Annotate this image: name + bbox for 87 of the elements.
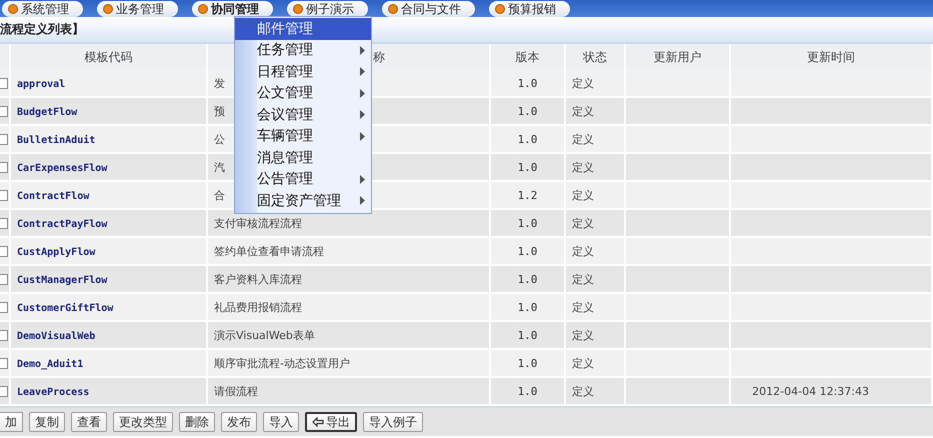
bullet-icon	[293, 4, 303, 14]
row-checkbox[interactable]	[0, 190, 8, 200]
row-checkbox[interactable]	[0, 302, 8, 312]
table-cell: 请假流程	[207, 377, 490, 405]
template-code-link[interactable]: ContractFlow	[17, 190, 90, 202]
table-cell: 1.0	[490, 321, 565, 349]
table-cell: 定义	[565, 70, 625, 97]
menu-item[interactable]: 会议管理	[235, 104, 371, 126]
template-code-link[interactable]: CarExpensesFlow	[17, 162, 108, 174]
arrow-icon	[312, 417, 324, 427]
nav-tab[interactable]: 例子演示	[287, 1, 368, 17]
row-checkbox[interactable]	[0, 330, 8, 340]
table-cell: 定义	[565, 321, 625, 349]
table-cell: 1.0	[490, 97, 565, 125]
bullet-icon	[8, 4, 18, 14]
template-code-link[interactable]: CustomerGiftFlow	[17, 302, 114, 314]
table-cell: 定义	[565, 265, 625, 293]
row-checkbox[interactable]	[0, 386, 8, 396]
template-code-link[interactable]: ContractPayFlow	[17, 218, 108, 230]
template-code-link[interactable]: LeaveProcess	[17, 386, 90, 398]
table-cell: 定义	[565, 153, 625, 181]
table-cell: 定义	[565, 237, 625, 265]
menu-item[interactable]: 固定资产管理	[235, 190, 371, 212]
toolbar-button[interactable]: 加	[0, 412, 23, 432]
table-cell: 1.0	[490, 237, 565, 265]
toolbar-button[interactable]: 导入	[263, 412, 299, 432]
nav-tab[interactable]: 协同管理	[192, 1, 273, 17]
toolbar-button[interactable]: 复制	[29, 412, 65, 432]
table-cell: 1.0	[490, 153, 565, 181]
bullet-icon	[198, 4, 208, 14]
table-cell: 1.2	[490, 181, 565, 209]
toolbar-button[interactable]: 更改类型	[113, 412, 173, 432]
nav-tab[interactable]: 预算报销	[489, 1, 570, 17]
nav-tab[interactable]: 系统管理	[2, 1, 83, 17]
row-checkbox[interactable]	[0, 246, 8, 256]
row-checkbox[interactable]	[0, 358, 8, 368]
column-header: 版本	[490, 44, 565, 70]
template-code-link[interactable]: Demo_Aduit1	[17, 358, 84, 370]
table-cell: 演示VisualWeb表单	[207, 321, 490, 349]
table-cell: 1.0	[490, 125, 565, 153]
table-cell: 1.0	[490, 265, 565, 293]
table-cell: 1.0	[490, 293, 565, 321]
table-cell: 定义	[565, 209, 625, 237]
row-checkbox[interactable]	[0, 106, 8, 116]
menu-item[interactable]: 车辆管理	[235, 126, 371, 147]
menu-item[interactable]: 邮件管理	[235, 18, 371, 40]
nav-tab[interactable]: 合同与文件	[382, 1, 475, 17]
toolbar-button[interactable]: 发布	[221, 412, 257, 432]
column-header: 模板代码	[10, 44, 207, 70]
bullet-icon	[495, 4, 505, 14]
row-checkbox[interactable]	[0, 218, 8, 228]
table-cell: 签约单位查看申请流程	[207, 237, 490, 265]
template-code-link[interactable]: DemoVisualWeb	[17, 330, 96, 342]
table-cell: 定义	[565, 125, 625, 153]
column-header: 更新用户	[625, 44, 730, 70]
row-checkbox[interactable]	[0, 134, 8, 144]
toolbar-button[interactable]: 导出	[305, 412, 357, 432]
table-cell: 2012-04-04 12:37:43	[730, 377, 932, 405]
bullet-icon	[388, 4, 398, 14]
row-checkbox[interactable]	[0, 78, 8, 88]
toolbar-button[interactable]: 查看	[71, 412, 107, 432]
table-cell: 定义	[565, 181, 625, 209]
column-header: 更新时间	[730, 44, 932, 70]
template-code-link[interactable]: approval	[17, 78, 66, 90]
toolbar-button[interactable]: 删除	[179, 412, 215, 432]
template-code-link[interactable]: BulletinAduit	[17, 134, 96, 146]
template-code-link[interactable]: CustManagerFlow	[17, 274, 108, 286]
table-cell: 定义	[565, 293, 625, 321]
table-cell: 客户资料入库流程	[207, 265, 490, 293]
template-code-link[interactable]: CustApplyFlow	[17, 246, 96, 258]
table-cell: 定义	[565, 97, 625, 125]
panel-title: 流程定义列表】	[0, 21, 84, 38]
table-cell: 1.0	[490, 209, 565, 237]
bullet-icon	[103, 4, 113, 14]
table-cell: 1.0	[490, 377, 565, 405]
table-cell: 定义	[565, 377, 625, 405]
table-cell: 礼品费用报销流程	[207, 293, 490, 321]
row-checkbox[interactable]	[0, 274, 8, 284]
template-code-link[interactable]: BudgetFlow	[17, 106, 78, 118]
table-cell: 1.0	[490, 349, 565, 377]
table-cell: 顺序审批流程-动态设置用户	[207, 349, 490, 377]
table-cell: 1.0	[490, 70, 565, 97]
table-cell: 定义	[565, 349, 625, 377]
toolbar-button[interactable]: 导入例子	[363, 412, 423, 432]
nav-tab[interactable]: 业务管理	[97, 1, 178, 17]
row-checkbox[interactable]	[0, 162, 8, 172]
column-header: 状态	[565, 44, 625, 70]
